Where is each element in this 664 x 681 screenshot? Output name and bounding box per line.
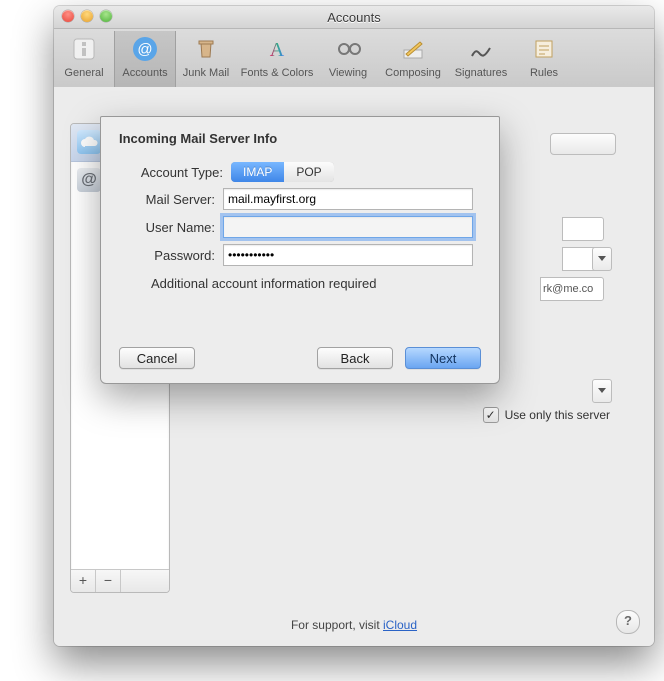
toolbar-viewing[interactable]: Viewing	[318, 31, 378, 89]
preferences-toolbar: General @ Accounts Junk Mail A Fonts & C…	[54, 29, 654, 90]
toolbar-label: Composing	[385, 67, 441, 79]
rules-icon	[528, 33, 560, 65]
toolbar-composing[interactable]: Composing	[378, 31, 448, 89]
svg-text:@: @	[137, 41, 152, 58]
user-name-input[interactable]	[223, 216, 473, 238]
incoming-server-sheet: Incoming Mail Server Info Account Type: …	[100, 116, 500, 384]
add-account-button[interactable]: +	[71, 570, 96, 592]
at-icon: @	[77, 168, 101, 192]
toolbar-label: Accounts	[122, 67, 167, 79]
bg-smtp-select-knob	[592, 379, 612, 403]
support-prefix: For support, visit	[291, 618, 383, 632]
bg-select-knob	[592, 247, 612, 271]
help-button[interactable]: ?	[616, 610, 640, 634]
next-button[interactable]: Next	[405, 347, 481, 369]
tabbar-fragment	[550, 133, 616, 155]
back-button[interactable]: Back	[317, 347, 393, 369]
close-button[interactable]	[62, 10, 74, 22]
cancel-button[interactable]: Cancel	[119, 347, 195, 369]
toolbar-fonts[interactable]: A Fonts & Colors	[236, 31, 318, 89]
password-label: Password:	[101, 248, 223, 263]
mail-server-label: Mail Server:	[101, 192, 223, 207]
fonts-icon: A	[261, 33, 293, 65]
accounts-icon: @	[129, 33, 161, 65]
account-type-label: Account Type:	[101, 165, 231, 180]
mail-server-input[interactable]	[223, 188, 473, 210]
toolbar-junk[interactable]: Junk Mail	[176, 31, 236, 89]
signatures-icon	[465, 33, 497, 65]
support-text: For support, visit iCloud	[54, 618, 654, 632]
sheet-title: Incoming Mail Server Info	[119, 131, 499, 146]
toolbar-signatures[interactable]: Signatures	[448, 31, 514, 89]
toolbar-label: General	[64, 67, 103, 79]
use-only-server-label: Use only this server	[505, 408, 610, 422]
titlebar: Accounts	[54, 6, 654, 29]
toolbar-label: Fonts & Colors	[241, 67, 314, 79]
junk-icon	[190, 33, 222, 65]
use-only-server-checkbox[interactable]: ✓	[483, 407, 499, 423]
toolbar-label: Signatures	[455, 67, 508, 79]
minimize-button[interactable]	[81, 10, 93, 22]
viewing-icon	[332, 33, 364, 65]
remove-account-button[interactable]: −	[96, 570, 121, 592]
toolbar-label: Rules	[530, 67, 558, 79]
support-link[interactable]: iCloud	[383, 618, 417, 632]
add-remove-bar: + −	[71, 569, 169, 592]
zoom-button[interactable]	[100, 10, 112, 22]
toolbar-rules[interactable]: Rules	[514, 31, 574, 89]
user-name-label: User Name:	[101, 220, 223, 235]
password-input[interactable]	[223, 244, 473, 266]
account-type-pop[interactable]: POP	[284, 162, 333, 182]
bg-field-1	[562, 217, 604, 241]
icloud-icon	[77, 130, 101, 154]
window-title: Accounts	[327, 10, 380, 25]
toolbar-label: Junk Mail	[183, 67, 229, 79]
bg-field-email-fragment: rk@me.co	[540, 277, 604, 301]
composing-icon	[397, 33, 429, 65]
account-type-imap[interactable]: IMAP	[231, 162, 284, 182]
general-icon	[68, 33, 100, 65]
use-only-server-row: ✓ Use only this server	[483, 407, 610, 423]
toolbar-general[interactable]: General	[54, 31, 114, 89]
toolbar-accounts[interactable]: @ Accounts	[114, 31, 176, 89]
account-type-segmented: IMAP POP	[231, 162, 334, 182]
svg-text:A: A	[270, 39, 285, 61]
sheet-note: Additional account information required	[101, 276, 499, 291]
toolbar-label: Viewing	[329, 67, 367, 79]
